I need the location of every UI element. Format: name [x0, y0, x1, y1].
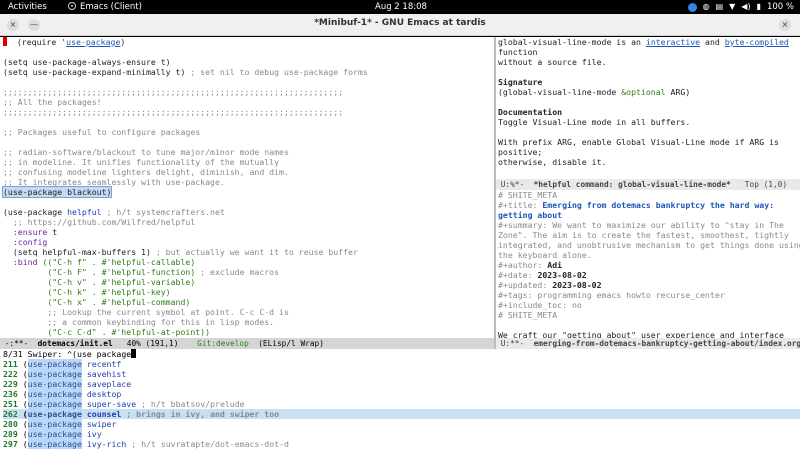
comment-line: ;; Lookup the current symbol at point. C… — [3, 307, 289, 317]
code-line: ("C-h k" . #'helpful-key) — [3, 287, 171, 297]
comment-line: ;; Packages useful to configure packages — [3, 127, 201, 137]
code-line: (use-package helpful ; h/t systemcrafter… — [3, 207, 225, 217]
code-line: :ensure t — [3, 227, 58, 237]
emacs-app-icon — [68, 2, 76, 10]
comment-line: ;; a common keybinding for this in lisp … — [3, 317, 275, 327]
interactive-link[interactable]: interactive — [646, 37, 700, 47]
app-menu[interactable]: Emacs (Client) — [68, 1, 142, 13]
helpful-buffer[interactable]: global-visual-line-mode is an interactiv… — [496, 37, 800, 179]
text-cursor — [131, 349, 137, 358]
code-line: :bind (("C-h f" . #'helpful-callable) — [3, 257, 196, 267]
code-line: (setq use-package-always-ensure t) — [3, 57, 171, 67]
comment-line: ;; radian-software/blackout to tune majo… — [3, 147, 289, 157]
comment-line: ;; https://github.com/Wilfred/helpful — [3, 217, 196, 227]
swiper-candidate[interactable]: 262 (use-package counsel ; brings in ivy… — [3, 409, 800, 419]
code-line: ("C-c C-d" . #'helpful-at-point)) — [3, 327, 211, 337]
code-line: (setq helpful-max-buffers 1) ; but actua… — [3, 247, 358, 257]
volume-icon: ◀) — [741, 2, 751, 11]
code-line: (use-package blackout) — [1, 186, 494, 198]
battery-icon: ▮ — [756, 2, 761, 11]
code-line: :config — [3, 237, 48, 247]
wifi-icon: ▼ — [729, 2, 736, 11]
swiper-candidate[interactable]: 236 (use-package desktop — [3, 389, 800, 399]
comment-line: ;; in modeline. It unifies functionality… — [3, 157, 280, 167]
window-title: *Minibuf-1* - GNU Emacs at tardis — [314, 18, 486, 28]
app-indicator-icon: ▤ — [715, 2, 724, 11]
documentation-heading: Documentation — [498, 107, 563, 117]
signature-heading: Signature — [498, 77, 543, 87]
org-buffer[interactable]: # SHITE_META #+title: Emerging from dote… — [496, 190, 800, 338]
comment-line: ;; It integrates seamlessly with use-pac… — [3, 177, 225, 187]
clock[interactable]: Aug 2 18:08 — [375, 1, 427, 13]
swiper-input[interactable]: ^(use package — [67, 349, 131, 359]
close-button-right[interactable]: × — [779, 19, 791, 31]
swiper-prompt: 8/31 Swiper: — [3, 349, 68, 359]
comment-line: ;;;;;;;;;;;;;;;;;;;;;;;;;;;;;;;;;;;;;;;;… — [3, 107, 344, 117]
code-line: ("C-h F" . #'helpful-function) ; exclude… — [3, 267, 280, 277]
code-line: ("C-h v" . #'helpful-variable) — [3, 277, 196, 287]
highlighted-sexp: (use-package blackout) — [1, 186, 113, 198]
code-line: (require 'use-package) — [3, 37, 494, 47]
minibuffer[interactable]: 8/31 Swiper: ^(use package 211 (use-pack… — [0, 349, 800, 450]
code-line: ("C-h x" . #'helpful-command) — [3, 297, 191, 307]
system-tray[interactable]: ◍ ▤ ▼ ◀) ▮ 100 % — [687, 1, 794, 13]
swiper-candidate[interactable]: 222 (use-package savehist — [3, 369, 800, 379]
window-title-bar: × — *Minibuf-1* - GNU Emacs at tardis × — [0, 14, 800, 36]
comment-line: ;; confusing modeline lighters delight, … — [3, 167, 289, 177]
mode-line-init-el[interactable]: -:**- dotemacs/init.el 40% (191,1) Git:d… — [0, 338, 494, 349]
mode-line-org[interactable]: U:**- emerging-from-dotemacs-bankruptcy-… — [496, 338, 800, 349]
comment-line: ;;;;;;;;;;;;;;;;;;;;;;;;;;;;;;;;;;;;;;;;… — [3, 87, 344, 97]
comment-line: ;; All the packages! — [3, 97, 102, 107]
code-line: (setq use-package-expand-minimally t) ; … — [3, 67, 368, 77]
swiper-candidate[interactable]: 289 (use-package ivy — [3, 429, 800, 439]
byte-compiled-link[interactable]: byte-compiled — [725, 37, 789, 47]
app-menu-label: Emacs (Client) — [80, 2, 142, 12]
battery-percentage: 100 % — [766, 2, 794, 12]
use-package-link[interactable]: use-package — [66, 37, 120, 47]
notification-badge-icon[interactable] — [687, 2, 697, 12]
swiper-candidate[interactable]: 280 (use-package swiper — [3, 419, 800, 429]
swiper-candidate[interactable]: 297 (use-package ivy-rich ; h/t suvratap… — [3, 439, 800, 449]
swiper-candidate[interactable]: 211 (use-package recentf — [3, 359, 800, 369]
status-icon: ◍ — [702, 2, 710, 11]
swiper-candidate[interactable]: 229 (use-package saveplace — [3, 379, 800, 389]
emacs-frame: (require 'use-package) (setq use-package… — [0, 37, 800, 450]
activities-button[interactable]: Activities — [8, 1, 47, 13]
swiper-candidate[interactable]: 251 (use-package super-save ; h/t bbatso… — [3, 399, 800, 409]
init-el-buffer[interactable]: (require 'use-package) (setq use-package… — [0, 37, 494, 338]
system-top-bar: Activities Emacs (Client) Aug 2 18:08 ◍ … — [0, 0, 800, 14]
mode-line-helpful[interactable]: U:%*- *helpful command: global-visual-li… — [496, 179, 800, 190]
